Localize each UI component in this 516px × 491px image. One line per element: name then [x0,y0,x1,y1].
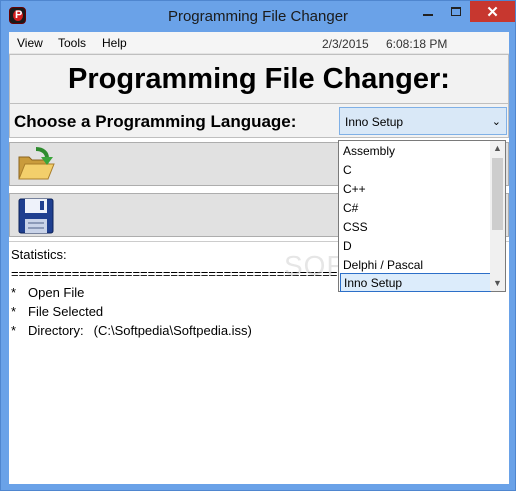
stat-text: Open File [28,285,85,300]
minimize-button[interactable] [414,1,441,22]
chevron-down-icon: ⌄ [491,116,501,128]
directory-path: (C:\Softpedia\Softpedia.iss) [93,323,252,338]
heading-panel: Programming File Changer: [9,54,509,104]
floppy-disk-icon [16,196,56,236]
time-display: 6:08:18 PM [386,37,448,51]
maximize-button[interactable] [442,1,469,22]
bullet: * [11,304,17,319]
dropdown-scrollbar[interactable]: ▲ ▼ [490,141,505,291]
scrollbar-thumb[interactable] [492,158,503,230]
dropdown-option-csharp[interactable]: C# [340,199,491,218]
dropdown-option-inno-setup[interactable]: Inno Setup [340,273,491,292]
scroll-down-icon[interactable]: ▼ [490,276,505,291]
dropdown-option-c[interactable]: C [340,161,491,180]
menu-tools[interactable]: Tools [58,36,86,50]
menu-view[interactable]: View [17,36,43,50]
maximize-icon [450,7,461,16]
dropdown-option-cpp[interactable]: C++ [340,180,491,199]
language-dropdown-list: Assembly C C++ C# CSS D Delphi / Pascal … [338,140,506,292]
menu-help[interactable]: Help [102,36,127,50]
language-select-value: Inno Setup [345,115,404,129]
dropdown-option-d[interactable]: D [340,237,491,256]
dropdown-option-css[interactable]: CSS [340,218,491,237]
date-display: 2/3/2015 [322,37,369,51]
close-button[interactable]: ✕ [470,1,515,22]
minimize-icon [422,13,433,16]
statistics-label: Statistics: [11,247,67,262]
stat-line-open-file: * Open File [11,285,84,300]
language-label: Choose a Programming Language: [14,112,297,131]
menu-bar: View Tools Help 2/3/2015 6:08:18 PM [9,32,509,54]
bullet: * [11,285,17,300]
open-folder-icon [16,145,56,185]
stat-line-directory: * Directory: (C:\Softpedia\Softpedia.iss) [11,323,252,338]
stat-text: Directory: [28,323,84,338]
page-title: Programming File Changer: [68,63,450,95]
language-panel: Choose a Programming Language: Inno Setu… [9,104,509,138]
bullet: * [11,323,17,338]
scroll-up-icon[interactable]: ▲ [490,141,505,156]
app-window: Programming File Changer ✕ View Tools He… [0,0,516,491]
stat-line-file-selected: * File Selected [11,304,103,319]
stat-text: File Selected [28,304,104,319]
close-icon: ✕ [486,3,499,21]
dropdown-option-assembly[interactable]: Assembly [340,142,491,161]
language-select[interactable]: Inno Setup ⌄ [339,107,507,135]
title-bar[interactable]: Programming File Changer ✕ [1,1,515,32]
